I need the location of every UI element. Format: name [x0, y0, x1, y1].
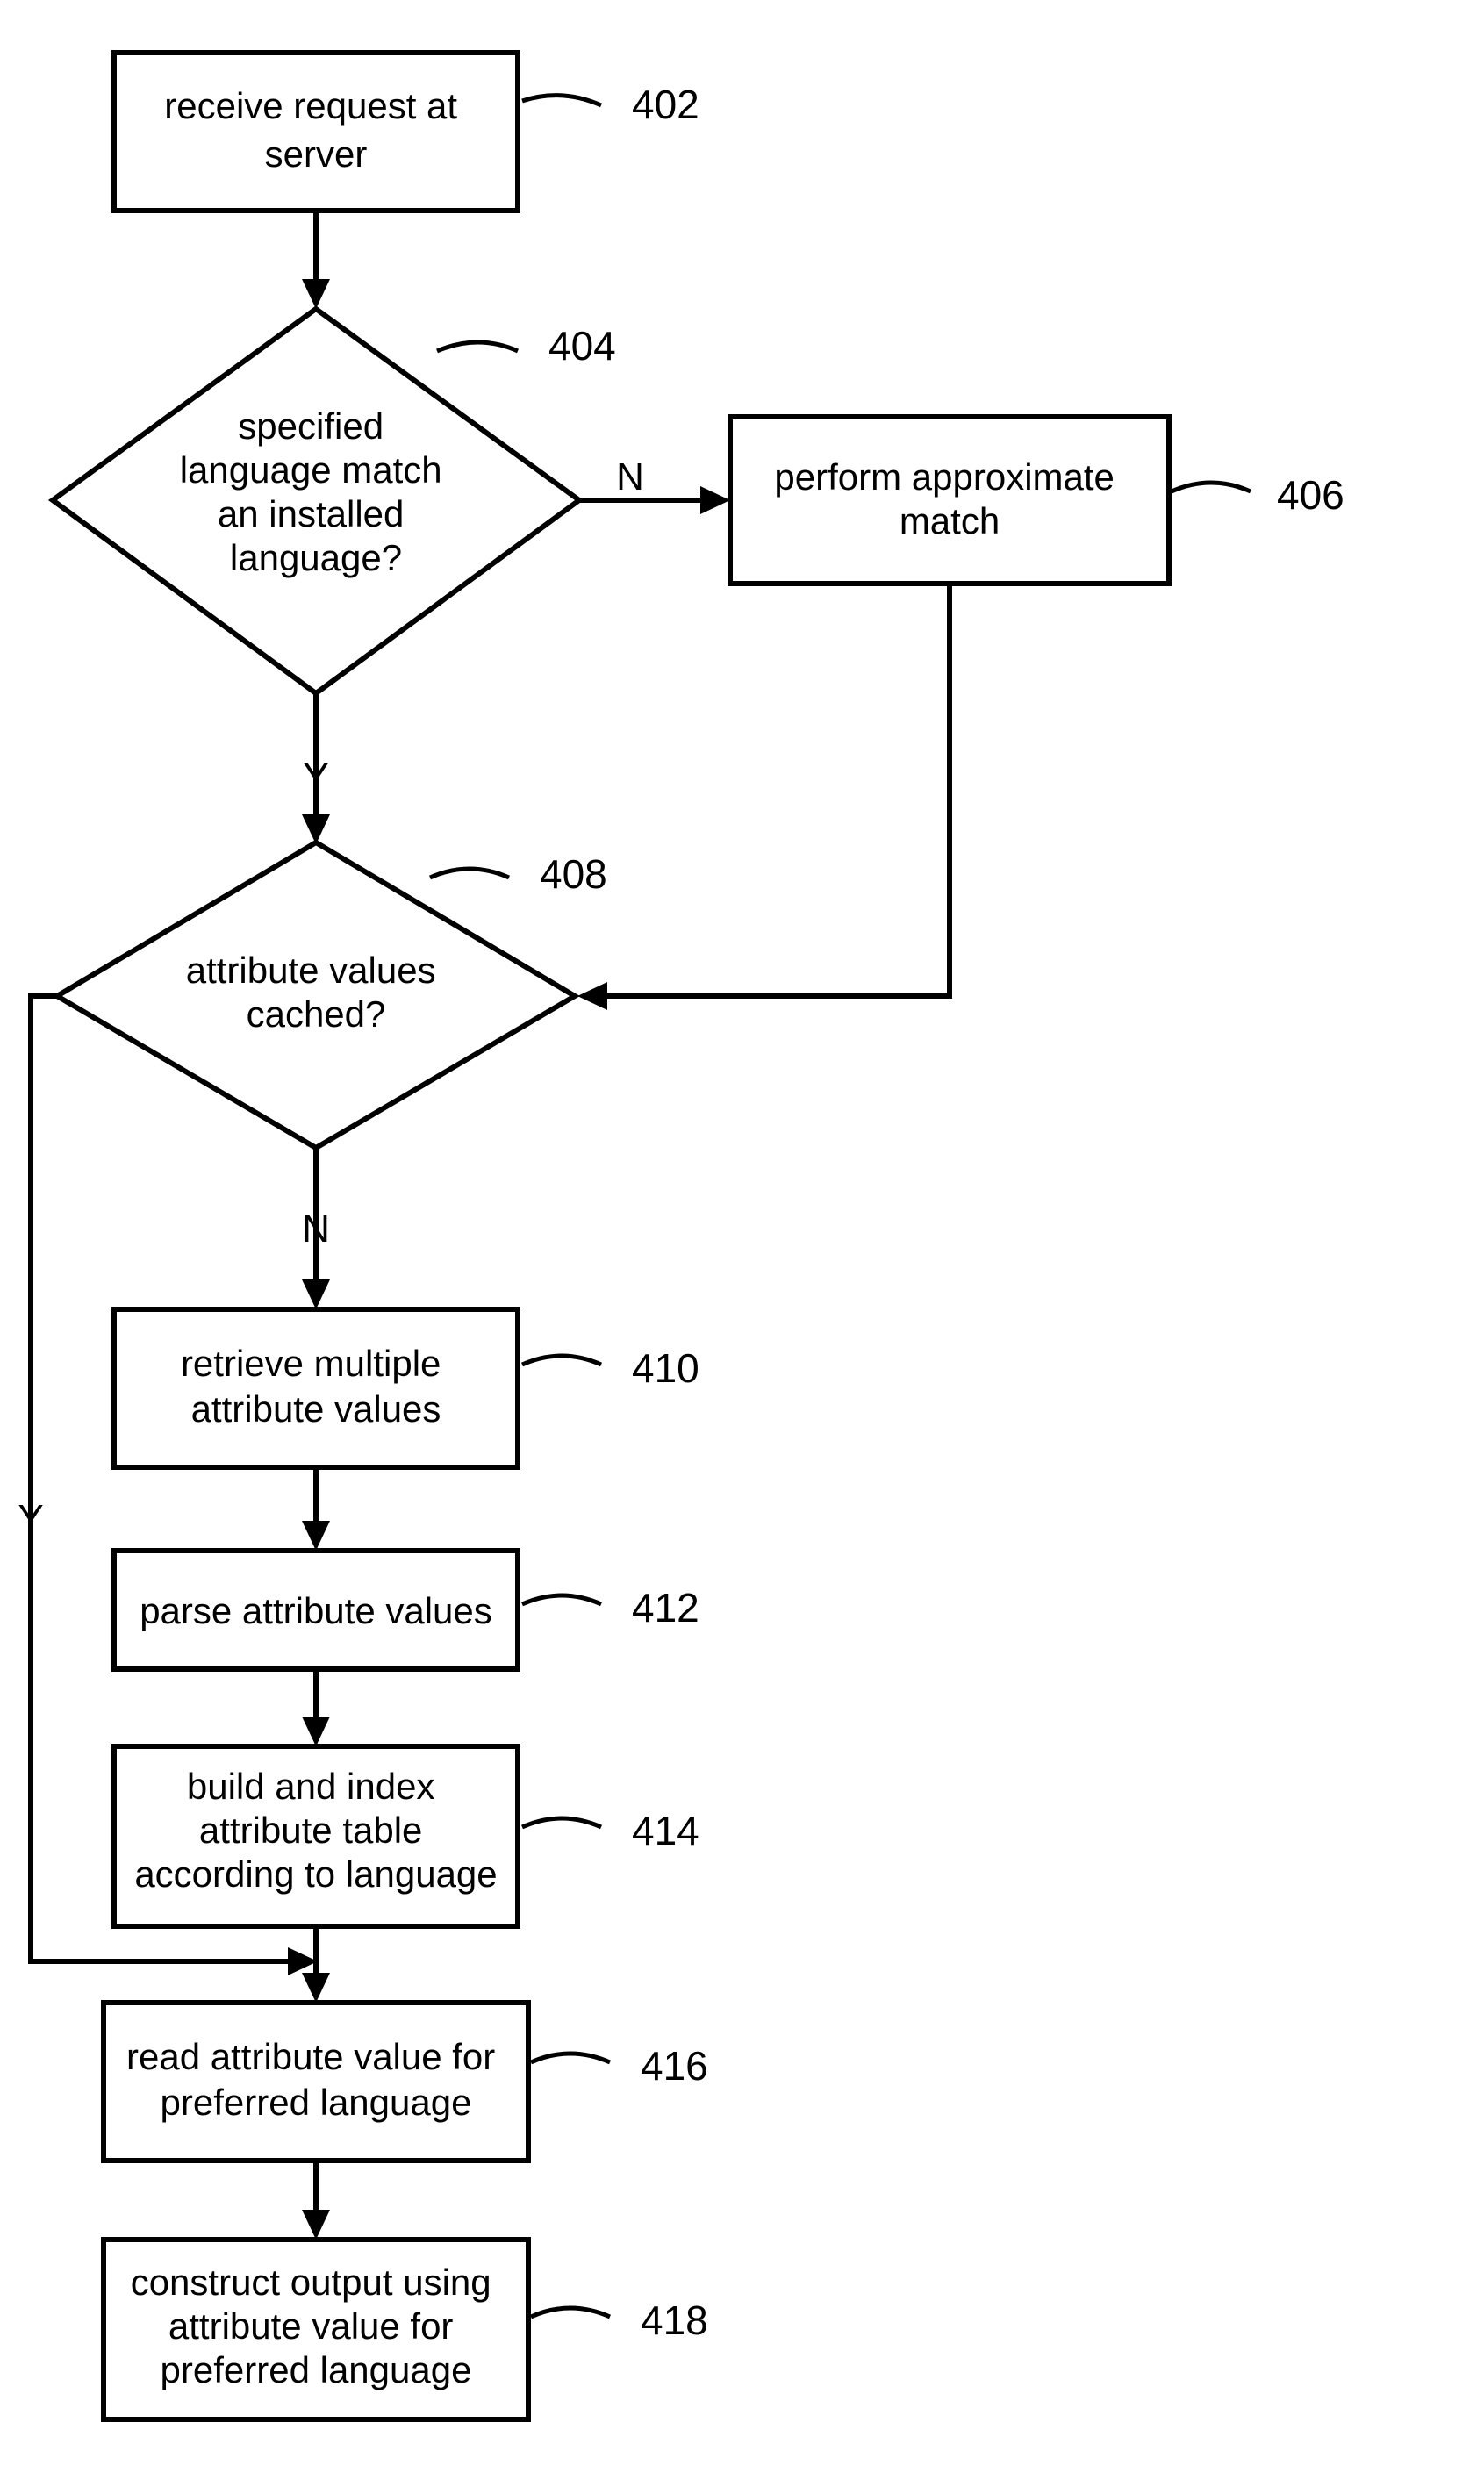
node-408-line1: cached?	[247, 993, 386, 1035]
node-418-line0: construct output using	[131, 2261, 491, 2303]
node-418-line2: preferred language	[161, 2349, 472, 2390]
node-404-line3: language?	[230, 537, 402, 578]
edge-416-418	[302, 2161, 330, 2240]
svg-text:parse attribute values: parse attribute values	[140, 1590, 492, 1631]
node-404-line2: an installed	[218, 493, 404, 534]
edge-410-412	[302, 1467, 330, 1551]
svg-text:408: 408	[540, 851, 607, 897]
label-410: 410	[522, 1345, 699, 1391]
node-402-line1: server	[265, 133, 368, 175]
node-414-line2: according to language	[134, 1853, 497, 1895]
node-408: attribute values cached?	[57, 842, 575, 1148]
svg-text:412: 412	[632, 1585, 699, 1631]
node-410-line0: retrieve multiple	[181, 1343, 441, 1384]
node-402-line0: receive request at	[164, 85, 457, 126]
label-414: 414	[522, 1808, 699, 1853]
edge-404-406: N	[579, 455, 730, 514]
svg-text:Y: Y	[303, 756, 328, 799]
svg-text:N: N	[302, 1208, 330, 1251]
label-402: 402	[522, 82, 699, 127]
edge-406-408	[577, 584, 950, 1010]
svg-text:418: 418	[641, 2297, 708, 2343]
node-412-line0: parse attribute values	[140, 1590, 492, 1631]
svg-text:410: 410	[632, 1345, 699, 1391]
svg-text:402: 402	[632, 82, 699, 127]
node-410: retrieve multiple attribute values	[114, 1309, 518, 1467]
node-418: construct output using attribute value f…	[104, 2240, 528, 2419]
node-414-line0: build and index	[187, 1766, 435, 1807]
edge-412-414	[302, 1669, 330, 1746]
label-408: 408	[430, 851, 607, 897]
node-406-line1: match	[900, 500, 1000, 541]
svg-text:construct output using a: construct output using attribute value f…	[131, 2261, 502, 2390]
node-414: build and index attribute table accordin…	[114, 1746, 518, 1926]
svg-text:414: 414	[632, 1808, 699, 1853]
svg-text:416: 416	[641, 2043, 708, 2089]
node-416-line1: preferred language	[161, 2082, 472, 2123]
svg-text:404: 404	[548, 323, 616, 369]
svg-text:Y: Y	[18, 1497, 43, 1540]
svg-text:N: N	[616, 455, 644, 498]
node-416-line0: read attribute value for	[126, 2036, 495, 2077]
node-404-line1: language match	[180, 449, 442, 491]
edge-402-404	[302, 211, 330, 309]
node-406-line0: perform approximate	[774, 456, 1115, 498]
node-414-line1: attribute table	[199, 1810, 423, 1851]
node-410-line1: attribute values	[191, 1388, 441, 1430]
label-404: 404	[437, 323, 616, 369]
label-412: 412	[522, 1585, 699, 1631]
node-402: receive request at server	[114, 53, 518, 211]
svg-text:406: 406	[1277, 472, 1344, 518]
edge-404-408: Y	[302, 693, 330, 844]
flowchart: receive request at server 402 specified …	[0, 0, 1484, 2480]
node-418-line1: attribute value for	[168, 2305, 454, 2347]
node-416: read attribute value for preferred langu…	[104, 2003, 528, 2161]
node-412: parse attribute values	[114, 1551, 518, 1669]
node-404-line0: specified	[238, 405, 384, 447]
edge-408-410: N	[302, 1148, 330, 1309]
label-418: 418	[531, 2297, 708, 2343]
label-406: 406	[1172, 472, 1344, 518]
node-406: perform approximate match	[730, 417, 1169, 584]
node-404: specified language match an installed la…	[53, 309, 579, 693]
node-408-line0: attribute values	[186, 950, 436, 991]
label-416: 416	[531, 2043, 708, 2089]
